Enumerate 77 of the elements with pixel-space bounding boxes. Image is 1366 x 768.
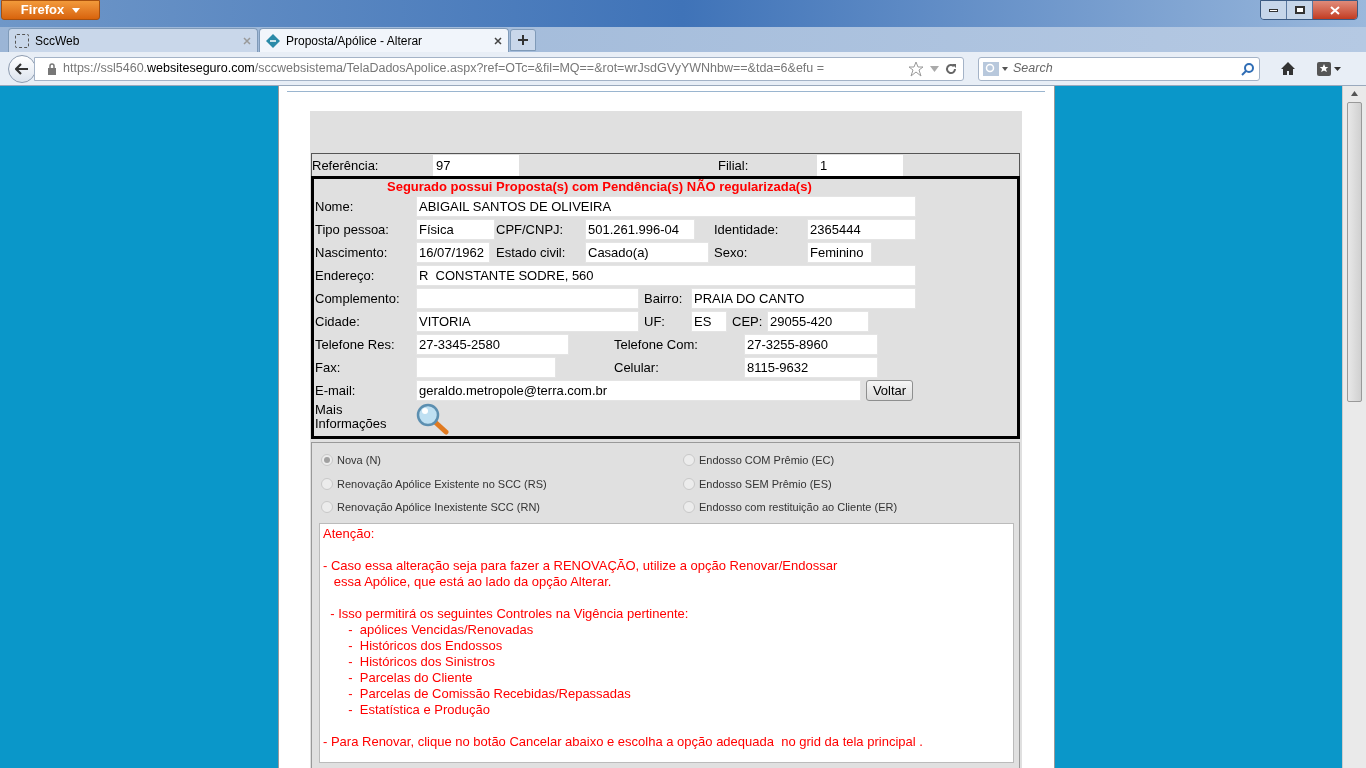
back-button[interactable]: Voltar	[866, 380, 913, 401]
text-field[interactable]	[416, 357, 556, 378]
search-field[interactable]: Search	[978, 56, 1260, 81]
bookmarks-icon[interactable]	[1316, 60, 1342, 77]
field-label: Endereço:	[315, 267, 376, 285]
field-label: Bairro:	[644, 290, 684, 308]
scrollbar[interactable]	[1342, 86, 1366, 768]
text-field[interactable]: geraldo.metropole@terra.com.br	[416, 380, 861, 401]
text-field[interactable]: 16/07/1962	[416, 242, 490, 263]
page-icon	[15, 33, 29, 48]
field-label: Cidade:	[315, 313, 361, 331]
lock-icon	[47, 62, 57, 75]
field-label: UF:	[644, 313, 666, 331]
text-field[interactable]: 27-3255-8960	[744, 334, 878, 355]
text-field[interactable]: 27-3345-2580	[416, 334, 569, 355]
field-label: Nascimento:	[315, 244, 389, 262]
option-label: Endosso SEM Prêmio (ES)	[699, 476, 832, 492]
home-icon[interactable]	[1280, 61, 1296, 76]
search-placeholder: Search	[1013, 60, 1054, 78]
close-button[interactable]	[1313, 1, 1357, 19]
text-field[interactable]: 8115-9632	[744, 357, 878, 378]
dropdown-icon[interactable]	[930, 65, 939, 72]
text-field[interactable]: R CONSTANTE SODRE, 560	[416, 265, 916, 286]
url-text: https://ssl5460.websiteseguro.com/sccwebsistema/TelaDadosApolice.aspx?ref=OTc=&fil=MQ==&rot=wrJsdGVyYWNhbw==&tda=6&efu =	[63, 60, 826, 78]
option-label: Nova (N)	[337, 453, 381, 468]
field-label: Tipo pessoa:	[315, 221, 390, 239]
text-field[interactable]: VITORIA	[416, 311, 639, 332]
field-label: Telefone Com:	[614, 336, 699, 354]
new-tab-button[interactable]	[510, 29, 536, 51]
site-logo-icon	[266, 33, 280, 48]
option-label: Endosso COM Prêmio (EC)	[699, 453, 835, 468]
field-label: Estado civil:	[496, 244, 567, 262]
close-icon[interactable]	[494, 36, 502, 45]
option-label: Endosso com restituição ao Cliente (ER)	[699, 500, 898, 515]
text-field[interactable]: ABIGAIL SANTOS DE OLIVEIRA	[416, 196, 916, 217]
maximize-button[interactable]	[1287, 1, 1313, 19]
back-arrow-icon	[15, 62, 29, 75]
field-label: Telefone Res:	[315, 336, 396, 354]
field-label: E-mail:	[315, 382, 357, 400]
option-label: Renovação Apólice Existente no SCC (RS)	[337, 476, 547, 492]
field-label: Nome:	[315, 198, 355, 216]
caret-icon	[72, 7, 81, 13]
text-field[interactable]: 2365444	[807, 219, 916, 240]
field-label: Fax:	[315, 359, 342, 377]
text-field[interactable]	[416, 288, 639, 309]
close-icon	[1330, 5, 1340, 15]
text-field[interactable]: Feminino	[807, 242, 872, 263]
text-field[interactable]: ES	[691, 311, 727, 332]
back-button[interactable]	[8, 54, 36, 83]
field-label: Complemento:	[315, 290, 401, 308]
warning-text: Segurado possui Proposta(s) com Pendência(s) NÃO regularizada(s)	[387, 179, 813, 194]
browser-tab[interactable]: Proposta/Apólice - Alterar	[259, 28, 509, 52]
text-field[interactable]: Casado(a)	[585, 242, 709, 263]
field-label: CPF/CNPJ:	[496, 221, 565, 239]
text-field[interactable]: 501.261.996-04	[585, 219, 695, 240]
field-label: Celular:	[614, 359, 660, 377]
tab-title: SccWeb	[35, 32, 81, 50]
magnifier-icon[interactable]	[416, 403, 449, 435]
reload-icon[interactable]	[945, 62, 957, 75]
field-label: Sexo:	[714, 244, 749, 262]
star-icon[interactable]	[908, 60, 924, 77]
text-field[interactable]: PRAIA DO CANTO	[691, 288, 916, 309]
text-field[interactable]: Física	[416, 219, 495, 240]
field-label: CEP:	[732, 313, 764, 331]
search-icon[interactable]	[1241, 61, 1255, 76]
search-engine-icon[interactable]	[983, 61, 1009, 76]
option-label: Renovação Apólice Inexistente SCC (RN)	[337, 500, 540, 515]
field-label: Mais Informações	[315, 403, 388, 431]
browser-tab[interactable]: SccWeb	[8, 28, 258, 52]
minimize-button[interactable]	[1261, 1, 1287, 19]
message-field[interactable]: Atenção: - Caso essa alteração seja para fazer a RENOVAÇÃO, utilize a opção Renovar/Endossar essa Apólice, que está ao lado da opção Alterar. - Isso permitirá os seguintes Controles na Vigência pertinente: - apólices Vencidas/Renovadas - Históricos dos Endossos - Históricos dos Sinistros - Parcelas do Cliente - Parcelas de Comissão Recebidas/Repassadas - Estatística e Produção - Para Renovar, clique no botão Cancelar abaixo e escolha a opção adequada no grid da tela principal .	[319, 522, 1014, 763]
scroll-up-icon[interactable]	[1351, 91, 1358, 96]
tab-title: Proposta/Apólice - Alterar	[286, 32, 424, 50]
plus-icon	[518, 35, 528, 45]
text-field[interactable]: 29055-420	[767, 311, 869, 332]
field-label: Identidade:	[714, 221, 780, 239]
address-bar[interactable]: https://ssl5460.websiteseguro.com/sccwebsistema/TelaDadosApolice.aspx?ref=OTc=&fil=MQ==&rot=wrJsdGVyYWNhbw==&tda=6&efu =	[34, 56, 964, 81]
